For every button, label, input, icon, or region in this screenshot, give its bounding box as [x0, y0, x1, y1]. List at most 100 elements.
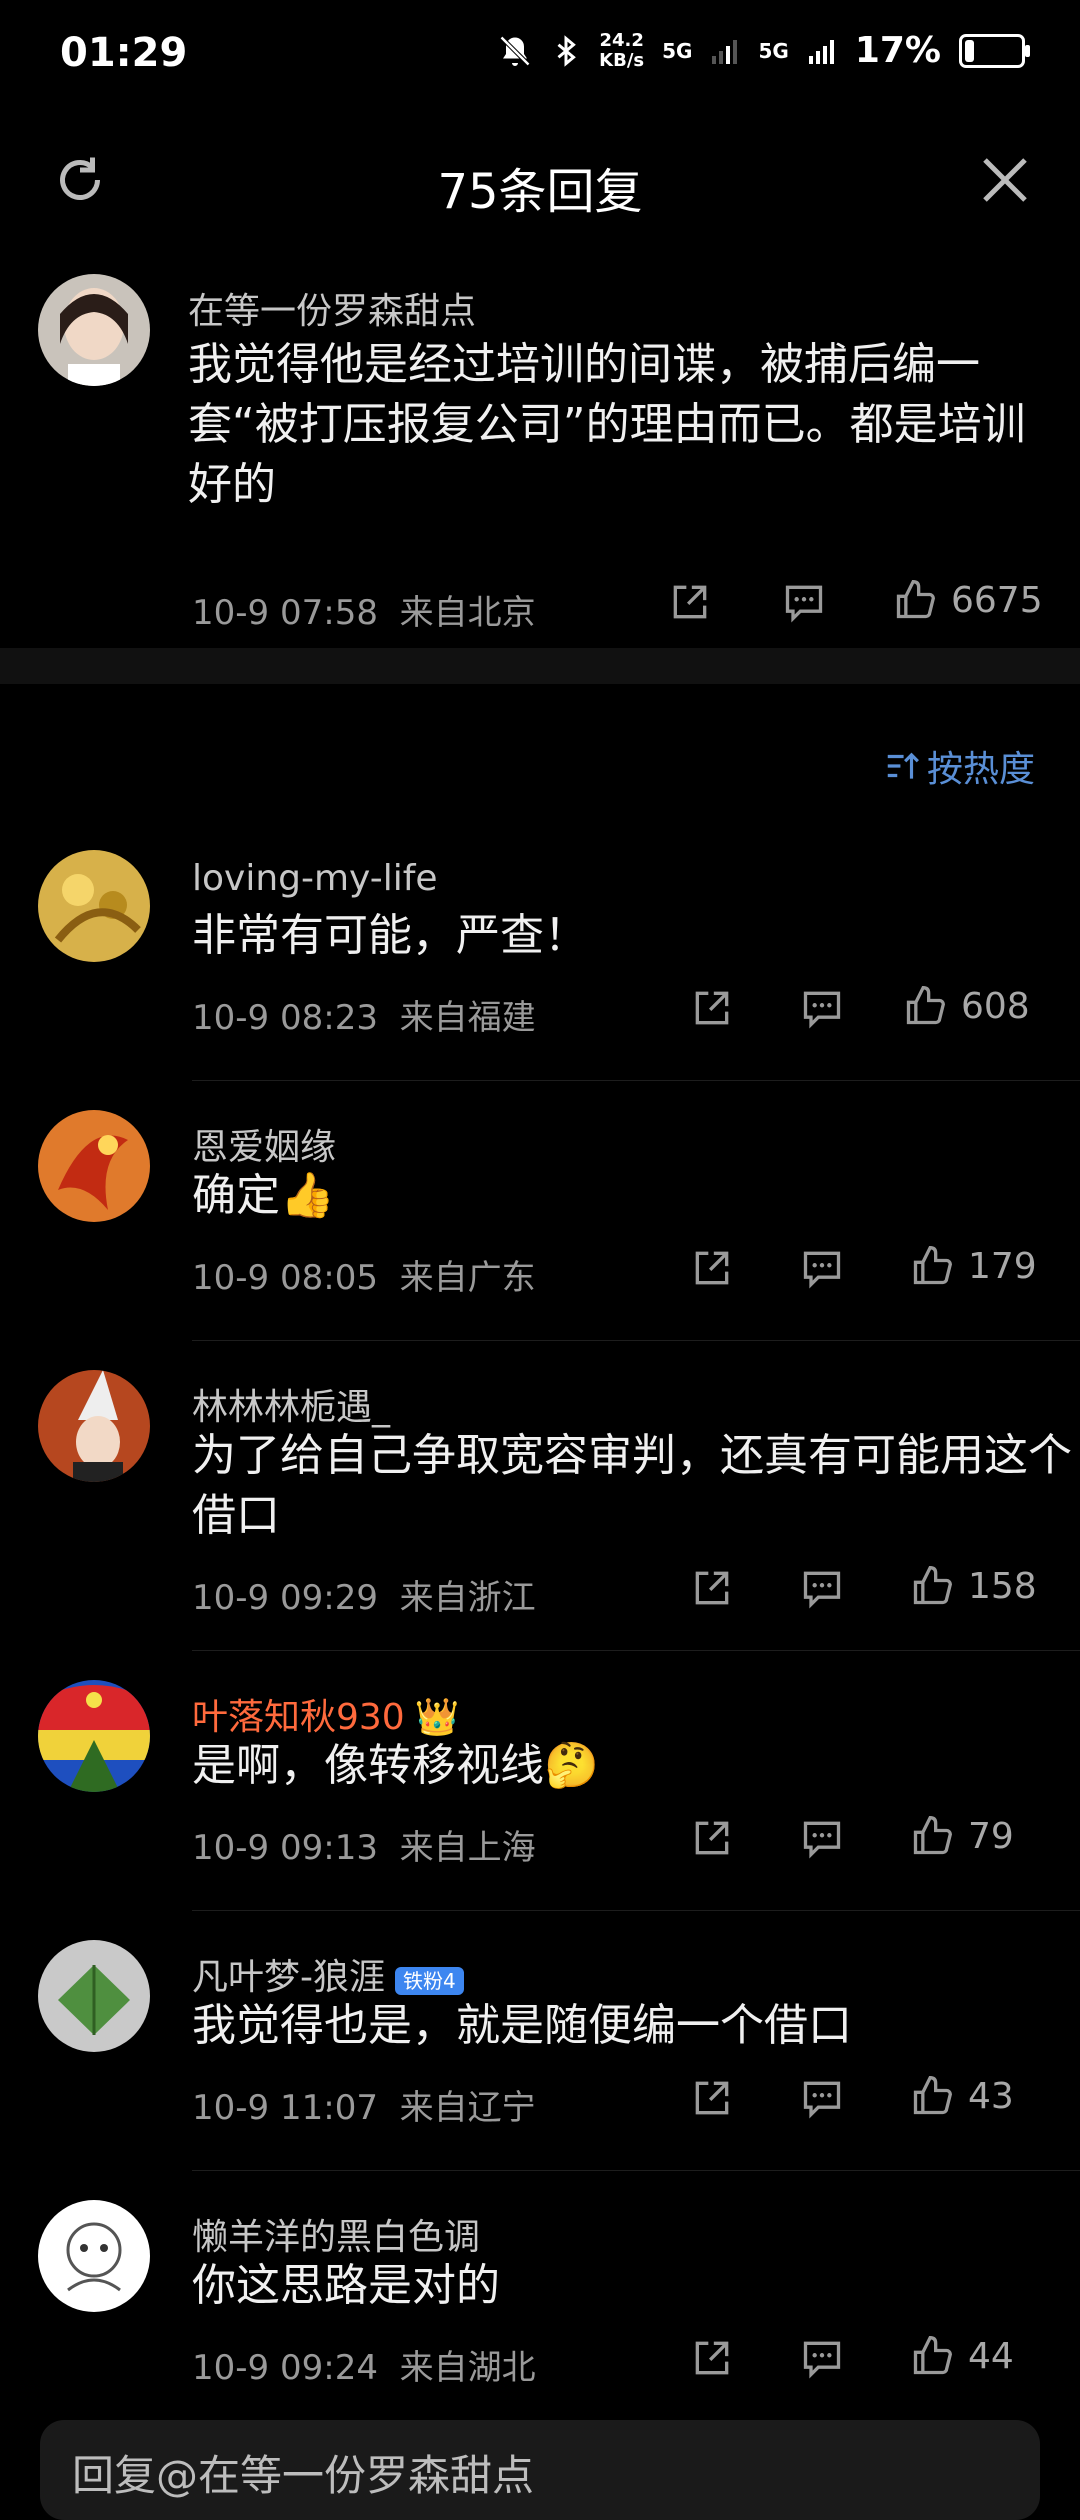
reply-meta: 10-9 09:13 来自上海 [192, 1820, 536, 1869]
bluetooth-icon [557, 34, 577, 67]
reply-button[interactable] [800, 1566, 844, 1610]
like-count: 158 [968, 1565, 1037, 1607]
net-type-1: 5G [662, 38, 693, 63]
reply-divider [192, 2170, 1080, 2171]
avatar[interactable] [38, 2200, 150, 2312]
reply-location: 来自辽宁 [399, 2088, 536, 2128]
comment-location: 来自北京 [399, 593, 536, 633]
reply-divider [192, 1080, 1080, 1081]
thumbs-up-icon [913, 1816, 952, 1855]
reply-meta: 10-9 09:24 来自湖北 [192, 2340, 536, 2389]
crown-icon: 👑 [414, 1697, 460, 1738]
reply-button[interactable] [782, 580, 826, 624]
share-button[interactable] [690, 2336, 734, 2380]
reply-meta: 10-9 08:05 来自广东 [192, 1250, 536, 1299]
reply-location: 来自广东 [399, 1258, 536, 1298]
share-button[interactable] [690, 1246, 734, 1290]
net-speed-value: 24.2 [599, 29, 644, 51]
sort-icon [887, 752, 919, 779]
status-icons: 24.2 KB/s 5G 5G 17% [497, 29, 1030, 71]
avatar[interactable] [38, 850, 150, 962]
comment-time: 10-9 07:58 来自北京 [192, 585, 536, 634]
reply-username[interactable]: 懒羊洋的黑白色调 [192, 2208, 480, 2260]
reply-divider [192, 1340, 1080, 1341]
thumbs-up-icon [913, 2076, 952, 2115]
comment-icon [803, 2341, 841, 2379]
reply-location: 来自福建 [399, 998, 536, 1038]
share-button[interactable] [690, 2076, 734, 2120]
reply-text: 是啊，像转移视线🤔 [192, 1740, 599, 1791]
share-button[interactable] [690, 1566, 734, 1610]
reply-username[interactable]: 叶落知秋930 👑 [192, 1688, 460, 1740]
reply-time: 10-9 08:23 [192, 998, 378, 1038]
reply-username[interactable]: 恩爱姻缘 [192, 1118, 336, 1170]
thumbs-up-icon [913, 1246, 952, 1285]
like-count: 43 [968, 2075, 1014, 2117]
reply-username[interactable]: 凡叶梦-狼涯 铁粉4 [192, 1948, 464, 2000]
thumbs-up-icon [906, 986, 945, 1025]
share-icon [673, 585, 707, 619]
reply-meta: 10-9 08:23 来自福建 [192, 990, 536, 1039]
reply-button[interactable] [800, 1246, 844, 1290]
battery-icon [959, 33, 1030, 68]
share-button[interactable] [668, 580, 712, 624]
section-separator [0, 648, 1080, 684]
comment-icon [803, 991, 841, 1029]
like-button[interactable]: 79 [910, 1814, 1014, 1858]
comment-icon [803, 1821, 841, 1859]
comment-icon [785, 585, 823, 623]
reply-text: 为了给自己争取宽容审判，还真有可能用这个借口 [192, 1430, 1072, 1541]
avatar[interactable] [38, 1370, 150, 1482]
like-button[interactable]: 6675 [893, 578, 1043, 622]
reply-location: 来自上海 [399, 1828, 536, 1868]
reply-username-text: 懒羊洋的黑白色调 [192, 2217, 481, 2258]
net-type-2: 5G [758, 38, 789, 63]
reply-username[interactable]: 林林林栀遇_ [192, 1378, 390, 1430]
comment-icon [803, 1571, 841, 1609]
status-bar: 01:29 24.2 KB/s 5G 5G 17% [0, 0, 1080, 110]
reply-button[interactable] [800, 2076, 844, 2120]
reply-username-text: 凡叶梦-狼涯 [192, 1957, 385, 1998]
comment-text: 我觉得他是经过培训的间谍，被捕后编一套“被打压报复公司”的理由而已。都是培训好的 [188, 339, 1026, 510]
avatar[interactable] [38, 274, 150, 386]
like-button[interactable]: 179 [910, 1244, 1037, 1288]
like-button[interactable]: 158 [910, 1564, 1037, 1608]
reply-text: 确定👍 [192, 1170, 335, 1221]
reply-meta: 10-9 11:07 来自辽宁 [192, 2080, 536, 2129]
reply-time: 10-9 08:05 [192, 1258, 378, 1298]
like-button[interactable]: 44 [910, 2334, 1014, 2378]
reply-text: 非常有可能，严查！ [192, 910, 588, 961]
reply-username-text: 恩爱姻缘 [192, 1127, 337, 1168]
reply-location: 来自湖北 [399, 2348, 536, 2388]
reply-button[interactable] [800, 986, 844, 1030]
close-icon[interactable] [975, 150, 1035, 210]
share-button[interactable] [690, 986, 734, 1030]
net-speed: 24.2 KB/s [599, 29, 645, 71]
reply-meta: 10-9 09:29 来自浙江 [192, 1570, 536, 1619]
signal-icon-1 [712, 39, 738, 64]
reply-button[interactable] [800, 1816, 844, 1860]
reply-time: 10-9 09:29 [192, 1578, 378, 1618]
reply-time: 10-9 09:24 [192, 2348, 378, 2388]
avatar[interactable] [38, 1940, 150, 2052]
reply-username-text: 林林林栀遇_ [192, 1387, 391, 1428]
reply-time: 10-9 09:13 [192, 1828, 378, 1868]
reply-username[interactable]: loving-my-life [192, 858, 438, 899]
reply-time: 10-9 11:07 [192, 2088, 378, 2128]
like-count: 44 [968, 2335, 1014, 2377]
avatar[interactable] [38, 1110, 150, 1222]
mute-bell-icon [500, 35, 531, 66]
reply-button[interactable] [800, 2336, 844, 2380]
like-button[interactable]: 43 [910, 2074, 1014, 2118]
battery-fill [965, 39, 975, 62]
sort-button[interactable]: 按热度 [883, 740, 1035, 792]
avatar[interactable] [38, 1680, 150, 1792]
net-speed-unit: KB/s [599, 49, 645, 71]
share-icon [695, 2081, 729, 2115]
status-time: 01:29 [60, 30, 188, 76]
comment-icon [803, 2081, 841, 2119]
share-button[interactable] [690, 1816, 734, 1860]
comment-username[interactable]: 在等一份罗森甜点 [188, 282, 476, 334]
like-button[interactable]: 608 [903, 984, 1030, 1028]
comment-icon [803, 1251, 841, 1289]
